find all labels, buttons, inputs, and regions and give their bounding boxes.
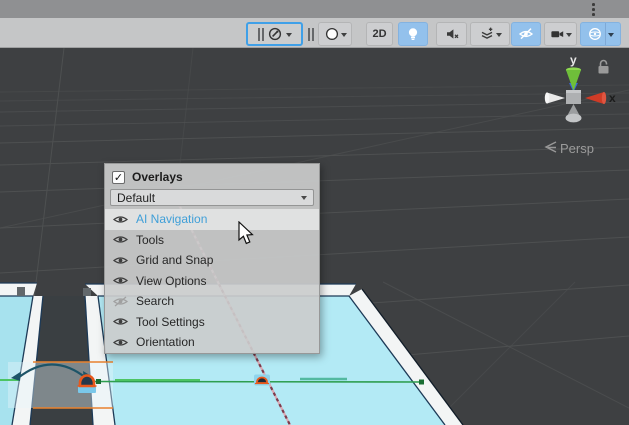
overlays-popup-menu: ✓ Overlays Default AI Navigation Tools [104, 163, 320, 354]
menu-item-orientation[interactable]: Orientation [105, 332, 319, 353]
dropdown-caret-icon [496, 33, 502, 40]
draw-mode-button[interactable] [318, 22, 352, 46]
camera-settings-button[interactable] [544, 22, 577, 46]
toolbar-drag-handle[interactable] [305, 22, 317, 46]
eye-icon[interactable] [113, 255, 128, 266]
gizmos-sphere-icon [587, 26, 603, 42]
menu-item-label: Search [136, 294, 174, 308]
mouse-cursor [237, 221, 257, 247]
overlays-menu-title: Overlays [132, 170, 183, 184]
menu-item-label: Tool Settings [136, 315, 205, 329]
scene-view-toolbar: 2D [0, 18, 629, 48]
scene-lighting-toggle[interactable] [398, 22, 428, 46]
unity-scene-view-window: y x Persp [0, 0, 629, 425]
gizmo-x-label: x [609, 91, 616, 105]
wall-post [83, 288, 91, 296]
wall-post [17, 287, 25, 296]
eye-icon[interactable] [113, 214, 128, 225]
menu-item-tool-settings[interactable]: Tool Settings [105, 312, 319, 333]
navmesh-link-icon-small[interactable] [254, 375, 270, 386]
projection-label: Persp [560, 141, 594, 156]
audio-toggle[interactable] [436, 22, 467, 46]
dropdown-caret-icon [608, 33, 614, 40]
overlays-enabled-checkbox[interactable]: ✓ [112, 171, 125, 184]
navmesh-link-area [8, 362, 113, 408]
menu-item-label: View Options [136, 274, 206, 288]
menu-item-grid-and-snap[interactable]: Grid and Snap [105, 250, 319, 271]
overflow-menu-icon[interactable] [592, 3, 595, 18]
eye-icon[interactable] [113, 275, 128, 286]
overlays-toolbar-button[interactable] [246, 22, 303, 46]
menu-item-label: Orientation [136, 335, 195, 349]
overlay-preset-dropdown[interactable]: Default [110, 189, 314, 206]
dropdown-caret-icon [341, 33, 347, 40]
drag-handle-icon[interactable] [258, 28, 264, 41]
window-title-strip [0, 0, 629, 18]
eye-icon[interactable] [113, 234, 128, 245]
overlay-compass-icon [267, 26, 283, 42]
menu-item-view-options[interactable]: View Options [105, 271, 319, 292]
gizmo-y-label: y [570, 53, 577, 67]
effects-layers-icon [479, 26, 495, 42]
menu-item-search[interactable]: Search [105, 291, 319, 312]
eye-icon[interactable] [113, 337, 128, 348]
audio-muted-icon [444, 26, 460, 42]
eye-slash-icon [518, 26, 534, 42]
eye-icon[interactable] [113, 316, 128, 327]
menu-item-label: Tools [136, 233, 164, 247]
scene-visibility-toggle[interactable] [511, 22, 541, 46]
drag-handle-icon [308, 28, 314, 41]
gizmos-dropdown-button[interactable] [580, 22, 621, 46]
dropdown-caret-icon [286, 33, 292, 40]
dropdown-caret-icon [566, 33, 572, 40]
preset-value: Default [117, 191, 301, 205]
lightbulb-icon [405, 26, 421, 42]
camera-icon [549, 26, 565, 42]
dropdown-caret-icon [301, 196, 307, 203]
menu-item-label: Grid and Snap [136, 253, 213, 267]
2d-label: 2D [372, 28, 386, 40]
menu-item-ai-navigation[interactable]: AI Navigation [105, 209, 319, 230]
menu-item-label: AI Navigation [136, 212, 207, 226]
shading-sphere-icon [324, 26, 340, 42]
eye-off-icon[interactable] [113, 296, 128, 307]
divider [605, 23, 606, 45]
navmesh-link-icon[interactable] [78, 376, 97, 393]
effects-dropdown-button[interactable] [470, 22, 510, 46]
toggle-2d-button[interactable]: 2D [366, 22, 393, 46]
overlays-menu-header: ✓ Overlays [105, 164, 319, 188]
menu-item-tools[interactable]: Tools [105, 230, 319, 251]
